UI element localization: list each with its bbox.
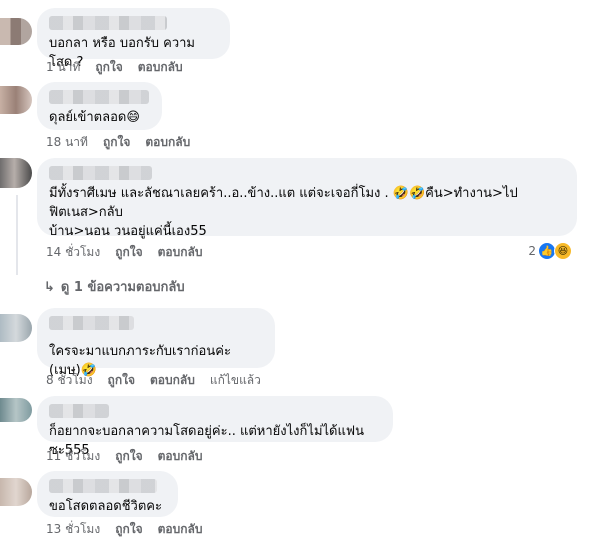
commenter-name[interactable] (49, 404, 109, 418)
like-button[interactable]: ถูกใจ (115, 520, 142, 539)
timestamp[interactable]: 18 นาที (46, 133, 88, 152)
comment-bubble: ดุลย์เข้าตลอด😄 (37, 82, 162, 130)
comment-meta: 18 นาที ถูกใจ ตอบกลับ (46, 133, 190, 152)
view-replies-label: ดู 1 ข้อความตอบกลับ (60, 280, 185, 295)
commenter-name[interactable] (49, 90, 149, 104)
timestamp[interactable]: 8 ชั่วโมง (46, 371, 93, 390)
timestamp[interactable]: 13 ชั่วโมง (46, 520, 100, 539)
haha-icon: 😆 (554, 242, 572, 260)
like-button[interactable]: ถูกใจ (103, 133, 130, 152)
comment-text: ขอโสดตลอดชีวิตคะ (49, 499, 162, 514)
commenter-name[interactable] (49, 16, 167, 30)
reply-button[interactable]: ตอบกลับ (150, 371, 195, 390)
reply-button[interactable]: ตอบกลับ (158, 520, 203, 539)
edited-label[interactable]: แก้ไขแล้ว (210, 371, 261, 390)
reply-arrow-icon: ↳ (44, 280, 55, 295)
avatar[interactable] (0, 314, 32, 342)
reply-button[interactable]: ตอบกลับ (158, 243, 203, 262)
avatar[interactable] (0, 158, 32, 188)
timestamp[interactable]: 1 นาที (46, 58, 80, 77)
avatar[interactable] (0, 18, 32, 45)
commenter-name[interactable] (49, 166, 152, 180)
comment-bubble: บอกลา หรือ บอกรับ ความโสด ? (37, 8, 230, 70)
comment-meta: 1 นาที ถูกใจ ตอบกลับ (46, 58, 183, 77)
comment-text: มีทั้งราศีเมษ และลัชณาเลยคร้า..อ..ข้าง..… (49, 186, 518, 239)
reaction-count: 2 (528, 244, 536, 258)
comment-bubble: ใครจะมาแบกภาระกับเราก่อนค่ะ (เมษ)🤣 (37, 308, 275, 378)
comment-bubble: มีทั้งราศีเมษ และลัชณาเลยคร้า..อ..ข้าง..… (37, 158, 577, 239)
comment-bubble: ขอโสดตลอดชีวิตคะ (37, 471, 178, 517)
like-button[interactable]: ถูกใจ (115, 447, 142, 466)
comment-meta: 14 ชั่วโมง ถูกใจ ตอบกลับ (46, 243, 202, 262)
like-button[interactable]: ถูกใจ (95, 58, 122, 77)
timestamp[interactable]: 14 ชั่วโมง (46, 243, 100, 262)
view-replies-link[interactable]: ↳ ดู 1 ข้อความตอบกลับ (44, 276, 185, 297)
like-button[interactable]: ถูกใจ (108, 371, 135, 390)
thread-line (16, 195, 18, 275)
reply-button[interactable]: ตอบกลับ (138, 58, 183, 77)
reply-button[interactable]: ตอบกลับ (158, 447, 203, 466)
avatar[interactable] (0, 86, 32, 114)
comment-bubble: ก็อยากจะบอกลาความโสดอยู่ค่ะ.. แต่หายังไง… (37, 396, 393, 458)
timestamp[interactable]: 11 ชั่วโมง (46, 447, 100, 466)
avatar[interactable] (0, 478, 32, 506)
comment-text: ดุลย์เข้าตลอด😄 (49, 110, 140, 125)
commenter-name[interactable] (49, 479, 157, 493)
comment-meta: 13 ชั่วโมง ถูกใจ ตอบกลับ (46, 520, 202, 539)
comment-meta: 8 ชั่วโมง ถูกใจ ตอบกลับ แก้ไขแล้ว (46, 371, 261, 390)
commenter-name[interactable] (49, 316, 134, 330)
reaction-summary[interactable]: 2 👍 😆 (528, 242, 572, 260)
reply-button[interactable]: ตอบกลับ (145, 133, 190, 152)
avatar[interactable] (0, 398, 32, 422)
like-button[interactable]: ถูกใจ (115, 243, 142, 262)
comment-meta: 11 ชั่วโมง ถูกใจ ตอบกลับ (46, 447, 202, 466)
